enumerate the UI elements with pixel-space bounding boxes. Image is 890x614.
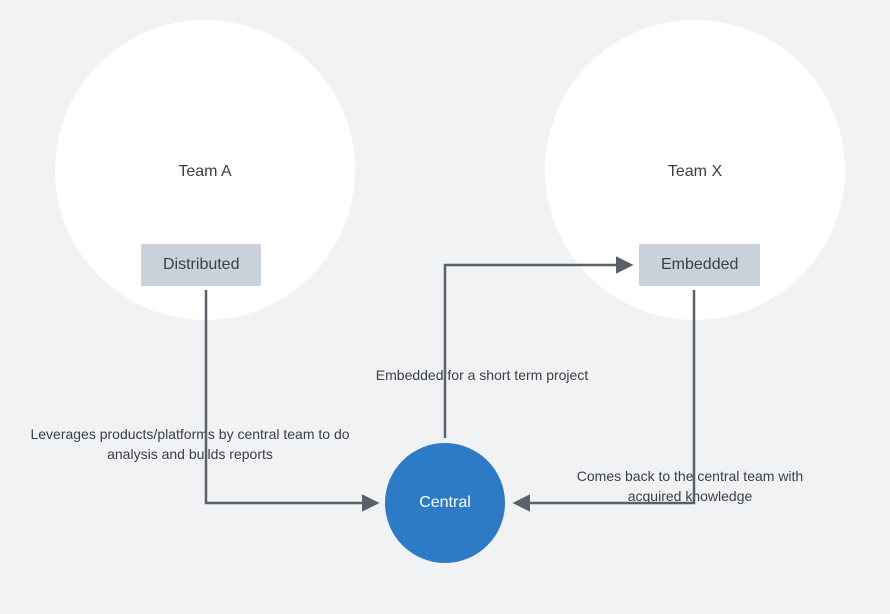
arrow-central-to-embedded [445,265,630,438]
annotation-embedded-short: Embedded for a short term project [352,365,612,385]
team-a-label: Team A [145,163,265,181]
annotation-comes-back: Comes back to the central team with acqu… [560,466,820,507]
team-x-label: Team X [635,163,755,181]
arrow-distributed-to-central [206,290,376,503]
central-circle: Central [385,443,505,563]
annotation-leverages: Leverages products/platforms by central … [28,424,352,465]
distributed-badge: Distributed [141,244,261,286]
embedded-badge: Embedded [639,244,760,286]
central-label: Central [419,494,471,512]
